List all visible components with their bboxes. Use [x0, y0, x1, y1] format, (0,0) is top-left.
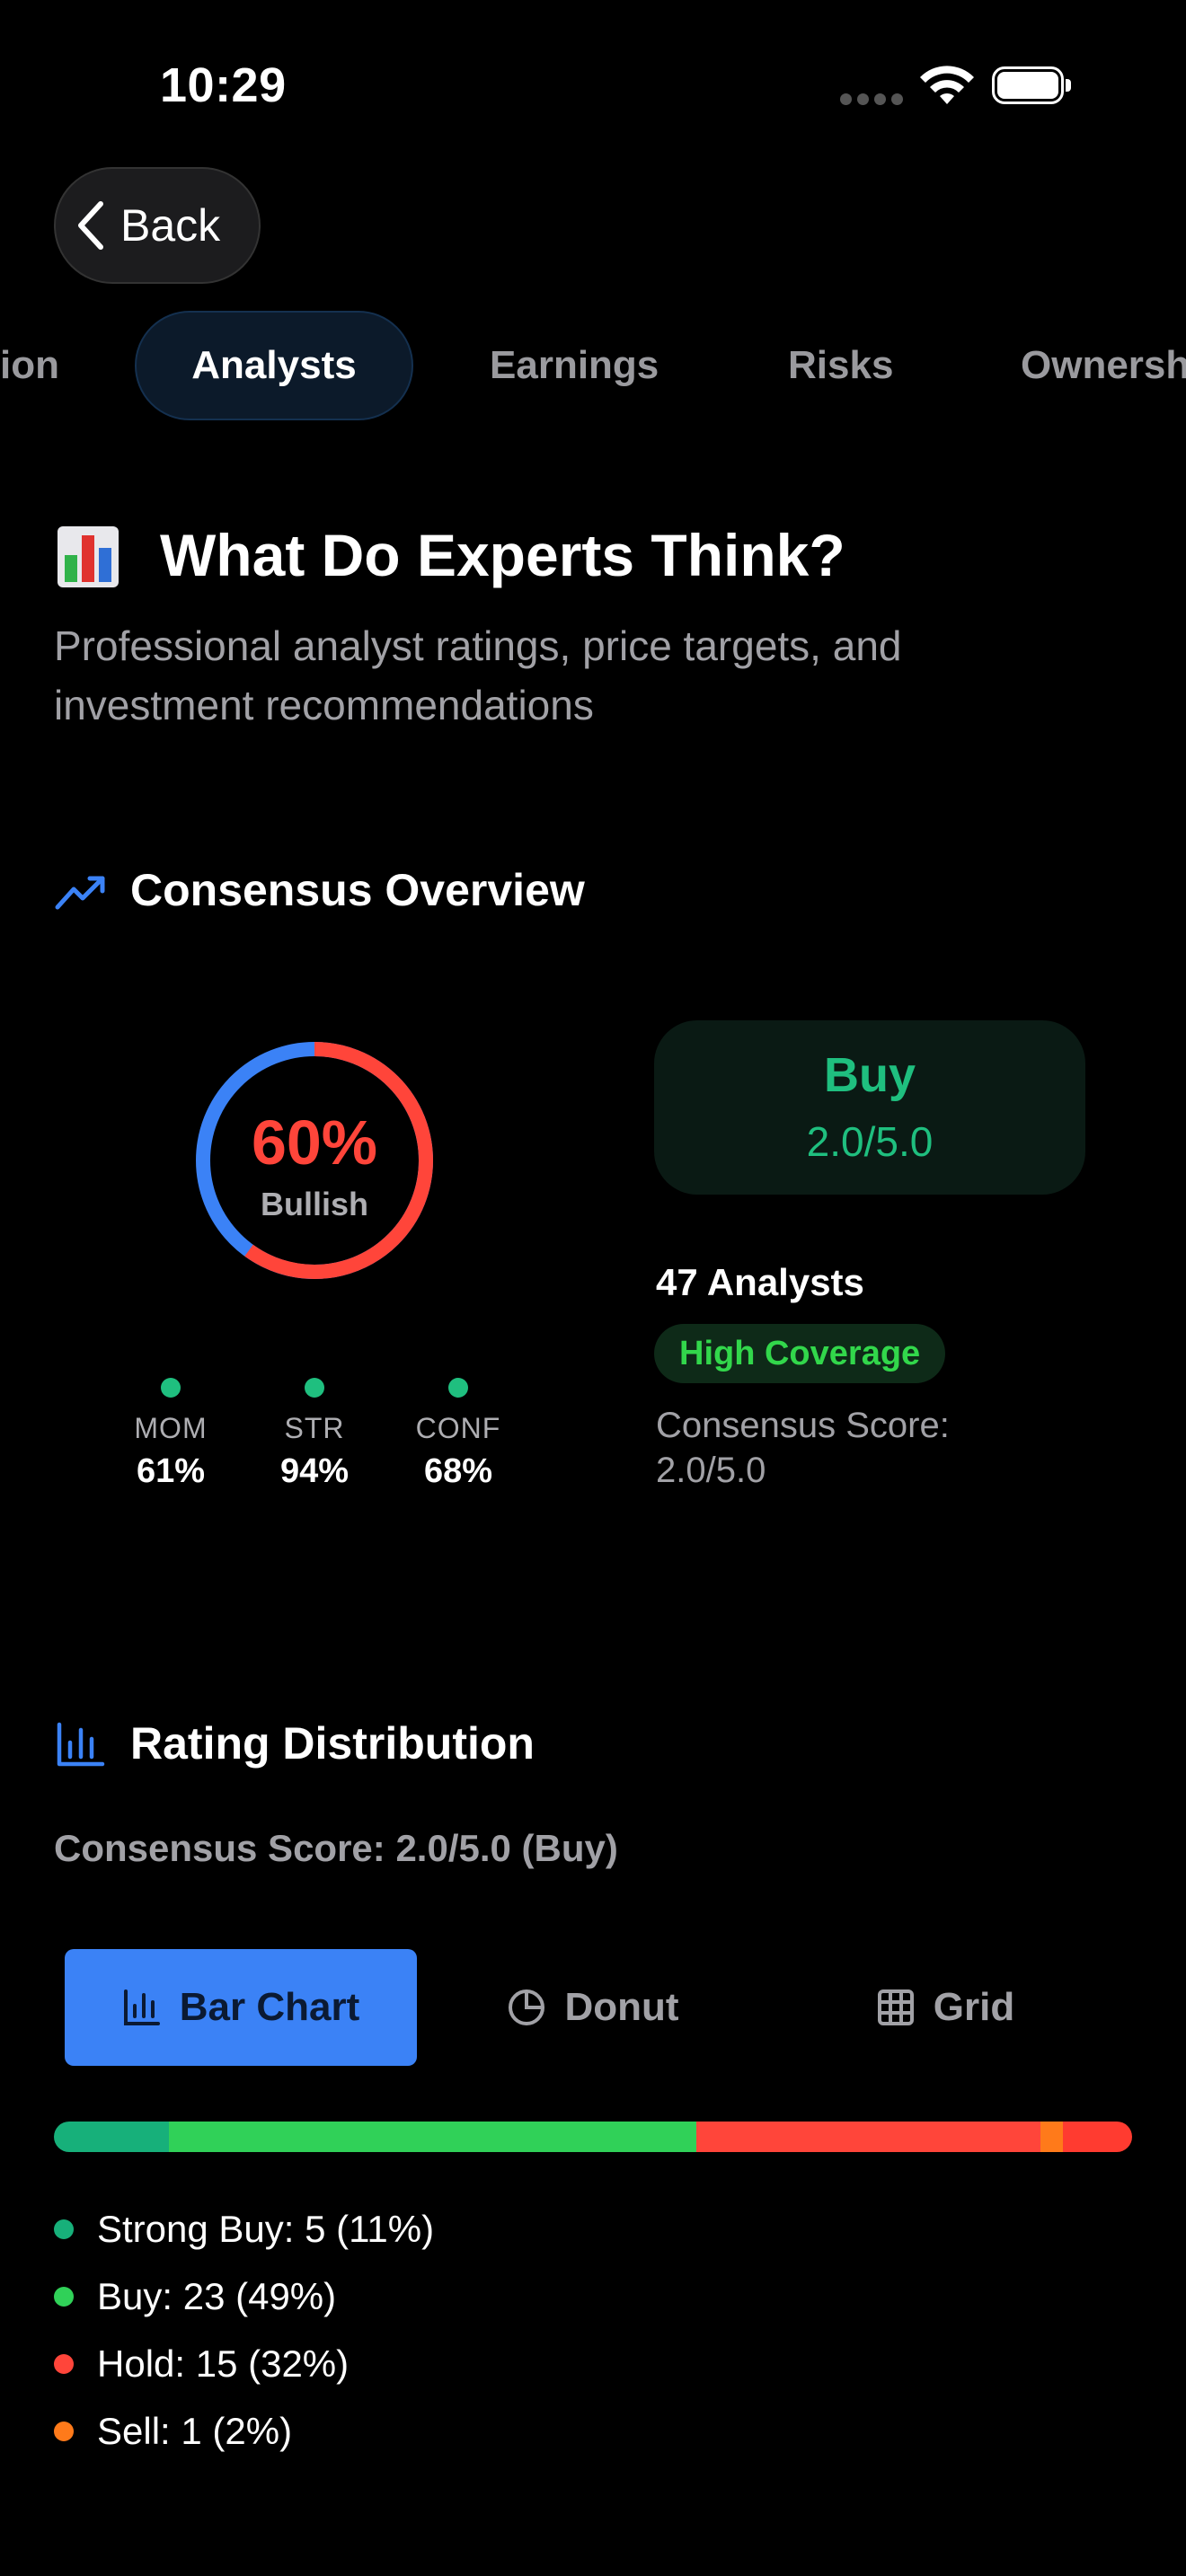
- distribution-segment: [1063, 2122, 1132, 2152]
- distribution-segment: [695, 2122, 1040, 2152]
- view-label: Bar Chart: [179, 1985, 360, 2029]
- consensus-rating-score: 2.0/5.0: [806, 1118, 934, 1165]
- distribution-segment: [168, 2122, 696, 2152]
- legend-dot: [54, 2286, 74, 2307]
- metric-value: 61%: [136, 1452, 206, 1490]
- metric-mom: MOM 61%: [108, 1378, 234, 1491]
- legend-item: Sell: 1 (2%): [54, 2397, 1132, 2465]
- metric-key: MOM: [134, 1412, 208, 1444]
- coverage-badge: High Coverage: [654, 1324, 946, 1383]
- cellular-signal-icon: [840, 93, 903, 106]
- bar-chart-icon: [123, 1989, 160, 2025]
- legend-label: Strong Buy: 5 (11%): [97, 2207, 435, 2250]
- chevron-left-icon: [78, 201, 103, 250]
- view-grid-button[interactable]: Grid: [769, 1949, 1121, 2066]
- distribution-title: Rating Distribution: [130, 1718, 535, 1769]
- bar-chart-emoji-icon: [58, 526, 119, 587]
- view-label: Grid: [933, 1985, 1015, 2029]
- grid-icon: [877, 1989, 914, 2025]
- rating-legend: Strong Buy: 5 (11%) Buy: 23 (49%) Hold: 15…: [54, 2195, 1132, 2483]
- metric-value: 94%: [279, 1452, 350, 1490]
- status-dot: [305, 1378, 324, 1398]
- legend-dot: [54, 2353, 74, 2374]
- legend-label: Hold: 15 (32%): [97, 2342, 350, 2385]
- bar-chart-icon: [57, 1722, 105, 1767]
- battery-icon: [992, 66, 1075, 106]
- back-label: Back: [120, 200, 221, 251]
- distribution-subtitle: Consensus Score: 2.0/5.0 (Buy): [54, 1827, 618, 1869]
- view-label: Donut: [564, 1985, 679, 2029]
- gauge-label: Bullish: [260, 1186, 368, 1222]
- back-button[interactable]: Back: [54, 167, 261, 284]
- metric-conf: CONF 68%: [395, 1378, 521, 1491]
- metric-key: STR: [284, 1412, 345, 1444]
- tab-truncated-left[interactable]: ion: [0, 311, 59, 420]
- tab-earnings[interactable]: Earnings: [490, 311, 659, 420]
- consensus-rating: Buy: [823, 1048, 916, 1102]
- page-subtitle: Professional analyst ratings, price targ…: [54, 622, 902, 728]
- view-donut-button[interactable]: Donut: [417, 1949, 769, 2066]
- gauge-percent: 60%: [251, 1107, 378, 1178]
- pie-chart-icon: [509, 1989, 545, 2025]
- tab-ownership[interactable]: Ownersh: [1021, 311, 1186, 420]
- tab-analysts[interactable]: Analysts: [135, 311, 413, 420]
- consensus-score-text: Consensus Score: 2.0/5.0: [656, 1406, 950, 1490]
- status-time: 10:29: [160, 58, 287, 112]
- legend-item: Buy: 23 (49%): [54, 2263, 1132, 2330]
- legend-dot: [54, 2219, 74, 2239]
- distribution-segment: [1040, 2122, 1064, 2152]
- trending-up-icon: [55, 876, 105, 910]
- metric-value: 68%: [423, 1452, 493, 1490]
- section-tabs: ion Analysts Earnings Risks Ownersh: [0, 311, 1186, 420]
- legend-label: Sell: 1 (2%): [97, 2409, 293, 2452]
- legend-dot: [54, 2421, 74, 2441]
- metric-str: STR 94%: [252, 1378, 377, 1491]
- analyst-count: 47 Analysts: [656, 1261, 864, 1303]
- page-title: What Do Experts Think?: [160, 522, 845, 588]
- legend-item: Hold: 15 (32%): [54, 2330, 1132, 2397]
- distribution-segment: [54, 2122, 169, 2152]
- rating-distribution-bar: [54, 2122, 1132, 2152]
- wifi-icon: [920, 66, 974, 104]
- status-dot: [161, 1378, 181, 1398]
- legend-item: Strong Buy: 5 (11%): [54, 2195, 1132, 2263]
- consensus-title: Consensus Overview: [130, 865, 585, 915]
- tab-risks[interactable]: Risks: [788, 311, 893, 420]
- legend-item: Strong Sell: 3 (6%): [54, 2465, 1132, 2483]
- legend-label: Strong Sell: 3 (6%): [97, 2477, 414, 2483]
- status-dot: [448, 1378, 468, 1398]
- view-bar-chart-button[interactable]: Bar Chart: [65, 1949, 417, 2066]
- legend-label: Buy: 23 (49%): [97, 2274, 337, 2317]
- metric-key: CONF: [415, 1412, 501, 1444]
